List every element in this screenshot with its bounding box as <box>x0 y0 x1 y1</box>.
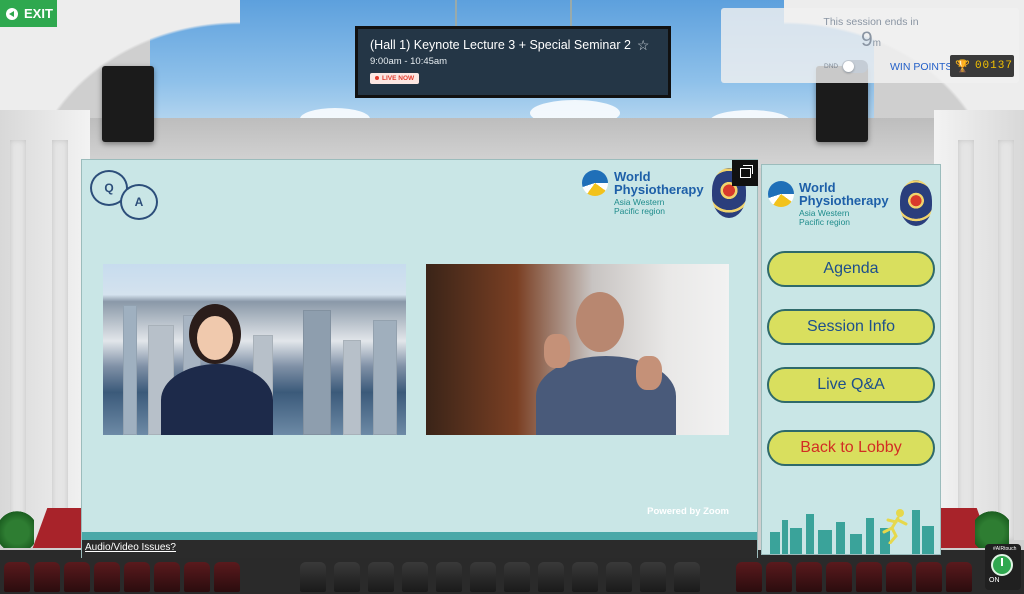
video-tile-speaker-1 <box>103 264 406 435</box>
session-ends-unit: m <box>872 38 882 49</box>
live-badge: LIVE NOW <box>370 72 420 84</box>
live-label: LIVE NOW <box>382 74 415 82</box>
fullscreen-button[interactable] <box>732 160 758 186</box>
exit-button[interactable]: EXIT <box>0 0 57 27</box>
qa-a-bubble: A <box>120 184 158 220</box>
av-issues-bar: Audio/Video Issues? <box>82 540 757 558</box>
back-arrow-icon <box>6 7 18 20</box>
banner-wire <box>455 0 457 28</box>
live-dot-icon <box>375 76 379 80</box>
power-icon[interactable] <box>991 554 1013 576</box>
presentation-screen: Q A World Physiotherapy Asia Western Pac… <box>82 160 758 558</box>
plant <box>0 508 34 548</box>
pillar <box>10 140 26 540</box>
screen-footer-bar <box>82 532 757 540</box>
back-to-lobby-button[interactable]: Back to Lobby <box>767 430 935 466</box>
session-info-button[interactable]: Session Info <box>767 309 935 345</box>
world-physiotherapy-mark-icon <box>768 181 794 207</box>
world-physiotherapy-mark-icon <box>582 170 608 196</box>
skyline-graphic <box>762 494 940 554</box>
logo-sub2: Pacific region <box>614 206 666 216</box>
menu-crest-icon <box>900 180 932 226</box>
session-title: (Hall 1) Keynote Lecture 3 + Special Sem… <box>370 38 631 52</box>
av-issues-link[interactable]: Audio/Video Issues? <box>85 542 176 553</box>
logo-line2: Physiotherapy <box>614 182 704 197</box>
pillar <box>958 140 974 540</box>
world-physiotherapy-logo: World Physiotherapy Asia Western Pacific… <box>582 170 704 216</box>
session-time: 9:00am - 10:45am <box>370 56 448 67</box>
win-points-link[interactable]: WIN POINTS <box>890 61 952 73</box>
speaker-left <box>102 66 154 142</box>
menu-logo-sub2: Pacific region <box>799 217 851 227</box>
runner-icon <box>882 509 908 544</box>
airtouch-widget: #AIRtouch ON <box>985 544 1021 590</box>
points-counter[interactable]: 🏆 00137 <box>950 55 1014 77</box>
agenda-button[interactable]: Agenda <box>767 251 935 287</box>
session-ends-value: 9m <box>721 28 1021 52</box>
session-menu-panel: World Physiotherapy Asia Western Pacific… <box>762 165 940 554</box>
pillar <box>998 140 1014 540</box>
dnd-toggle-knob <box>843 61 854 72</box>
exit-label: EXIT <box>24 6 53 21</box>
session-ends-number: 9 <box>860 28 873 51</box>
dnd-label: DND <box>824 63 839 70</box>
points-value: 00137 <box>974 60 1013 72</box>
qa-logo: Q A <box>90 168 160 220</box>
trophy-icon: 🏆 <box>955 59 970 73</box>
video-tile-speaker-2 <box>426 264 729 435</box>
session-ends-label: This session ends in <box>823 16 919 28</box>
powered-by-label: Powered by Zoom <box>647 506 729 517</box>
plant <box>975 508 1009 548</box>
banner-wire <box>570 0 572 28</box>
power-state-label: ON <box>989 577 1000 584</box>
airtouch-tag: #AIRtouch <box>993 546 1017 552</box>
session-panel: This session ends in 9m DND WIN POINTS 🏆… <box>721 8 1019 83</box>
pillar <box>52 140 68 540</box>
menu-logo-line2: Physiotherapy <box>799 193 889 208</box>
fullscreen-icon <box>739 165 753 178</box>
live-qa-button[interactable]: Live Q&A <box>767 367 935 403</box>
dnd-toggle[interactable] <box>842 60 868 73</box>
menu-world-physiotherapy-logo: World Physiotherapy Asia Western Pacific… <box>768 181 889 227</box>
session-banner: (Hall 1) Keynote Lecture 3 + Special Sem… <box>355 26 671 98</box>
star-icon[interactable]: ☆ <box>637 38 650 52</box>
